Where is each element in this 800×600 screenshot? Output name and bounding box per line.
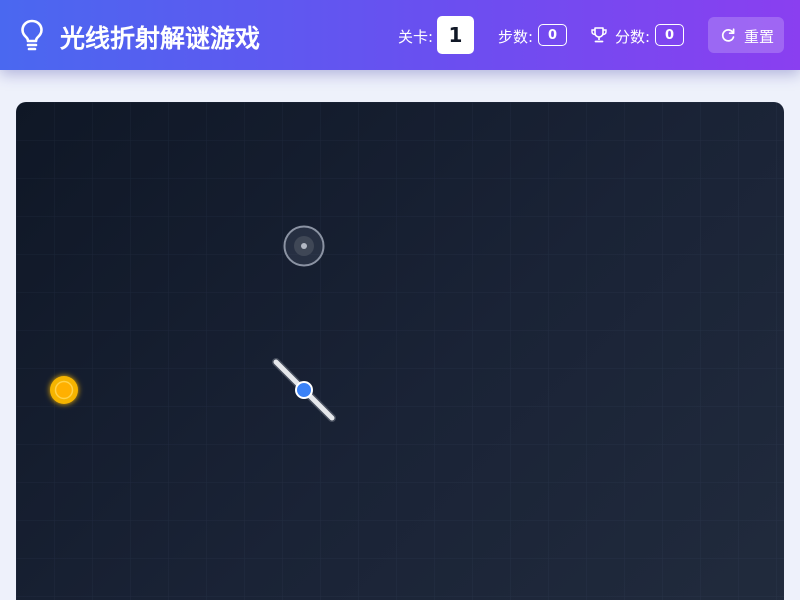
header-bar: 光线折射解谜游戏 关卡: 1 步数: 0 分数: 0 重置	[0, 0, 800, 70]
level-label: 关卡:	[398, 28, 434, 46]
reset-label: 重置	[744, 28, 775, 46]
game-board[interactable]	[16, 102, 784, 600]
game-canvas	[16, 102, 784, 600]
score-value: 0	[655, 24, 684, 46]
refresh-icon	[721, 28, 735, 42]
score-label: 分数:	[615, 28, 651, 46]
grid-background	[16, 102, 784, 600]
trophy-icon	[591, 27, 607, 43]
level-value: 1	[437, 16, 474, 54]
lightbulb-icon	[21, 19, 43, 51]
light-target	[283, 225, 325, 267]
mirror-pivot[interactable]	[295, 381, 313, 399]
steps-label: 步数:	[498, 28, 534, 46]
page-title: 光线折射解谜游戏	[60, 24, 261, 53]
reset-button[interactable]: 重置	[708, 17, 784, 53]
light-source[interactable]	[50, 376, 78, 404]
steps-value: 0	[538, 24, 567, 46]
